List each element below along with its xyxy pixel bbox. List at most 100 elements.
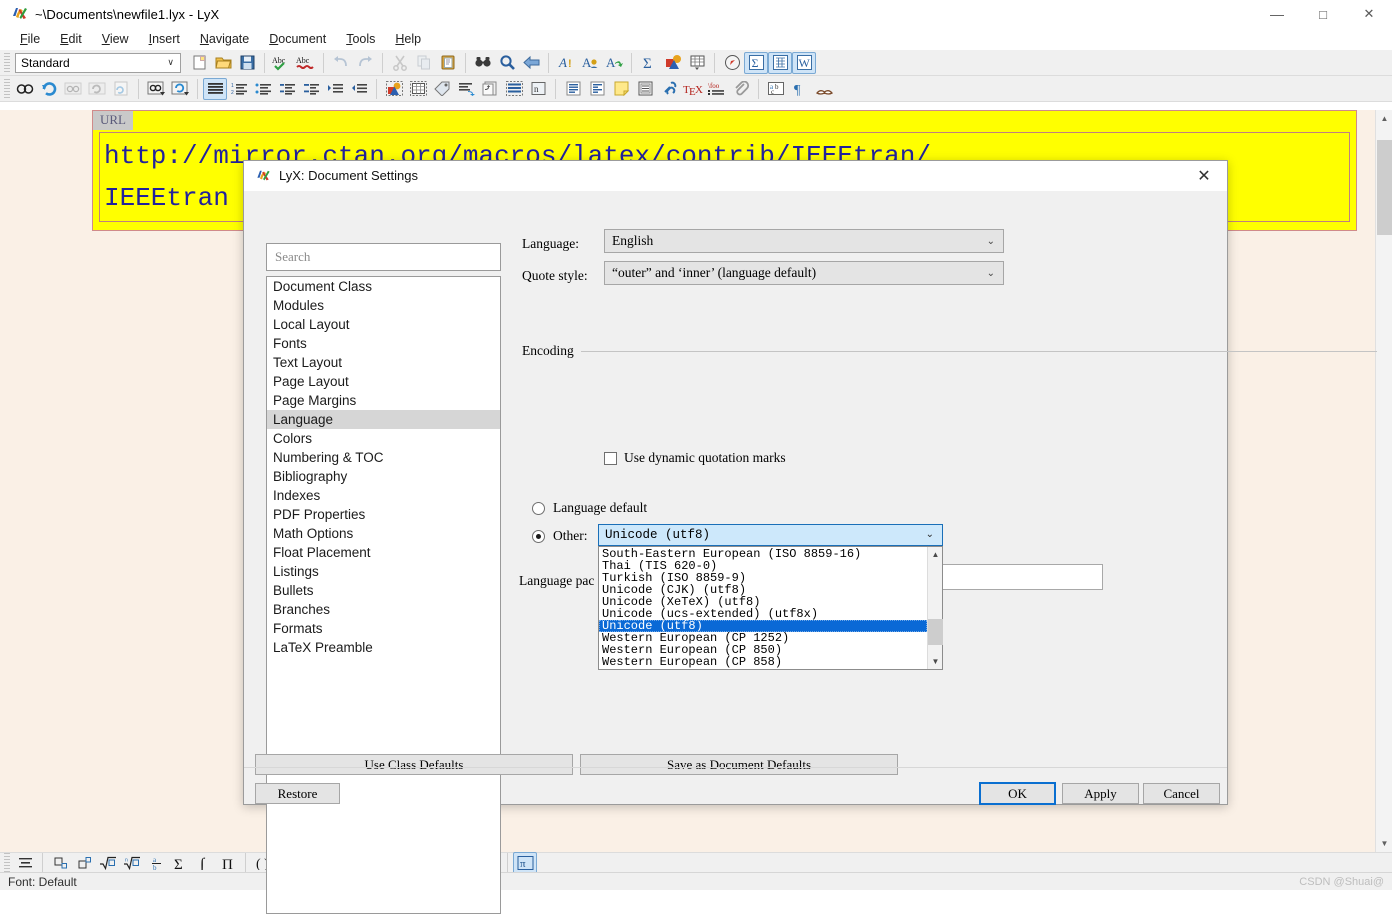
view-document-icon[interactable] <box>13 78 37 100</box>
save-as-document-defaults-button[interactable]: Save as Document Defaults <box>580 754 898 775</box>
update-master-icon[interactable] <box>168 78 192 100</box>
numbered-list-icon[interactable]: 12 <box>227 78 251 100</box>
nav-item-modules[interactable]: Modules <box>267 296 500 315</box>
scroll-up-arrow-icon[interactable]: ▲ <box>1376 110 1392 127</box>
menu-view[interactable]: View <box>92 30 139 48</box>
math-macro-icon[interactable]: π <box>513 851 537 874</box>
insert-table-icon[interactable] <box>685 52 709 74</box>
scroll-down-arrow-icon[interactable]: ▼ <box>1376 835 1392 852</box>
encoding-list-scrollbar[interactable]: ▲ ▼ <box>927 547 943 669</box>
toolbar-grip[interactable] <box>4 78 10 99</box>
encoding-other-radio[interactable] <box>532 529 545 543</box>
view-other-format-icon[interactable] <box>61 78 85 100</box>
search-input-wrapper[interactable] <box>266 243 501 271</box>
settings-nav-list[interactable]: Document Class Modules Local Layout Font… <box>266 276 501 914</box>
nav-item-float-placement[interactable]: Float Placement <box>267 543 500 562</box>
search-input[interactable] <box>273 248 500 266</box>
insert-citation-icon[interactable]: abc <box>764 78 788 100</box>
toggle-formatting-icon[interactable]: ¶ <box>788 78 812 100</box>
nav-item-local-layout[interactable]: Local Layout <box>267 315 500 334</box>
nav-item-page-margins[interactable]: Page Margins <box>267 391 500 410</box>
insert-footnote-icon[interactable] <box>454 78 478 100</box>
insert-note-icon[interactable] <box>561 78 585 100</box>
language-package-field[interactable] <box>942 564 1103 590</box>
insert-listing-icon[interactable] <box>585 78 609 100</box>
list-icon[interactable] <box>299 78 323 100</box>
menu-file[interactable]: File <box>10 30 50 48</box>
insert-float-icon[interactable] <box>502 78 526 100</box>
paragraph-justified-icon[interactable] <box>203 77 227 100</box>
close-button[interactable]: ✕ <box>1346 0 1392 28</box>
nav-item-math-options[interactable]: Math Options <box>267 524 500 543</box>
cut-icon[interactable] <box>388 52 412 74</box>
undo-icon[interactable] <box>329 52 353 74</box>
nav-item-page-layout[interactable]: Page Layout <box>267 372 500 391</box>
review-toolbar-icon[interactable]: W <box>792 51 816 74</box>
product-icon[interactable]: Π <box>216 852 240 874</box>
save-document-icon[interactable] <box>235 52 259 74</box>
paste-icon[interactable] <box>436 52 460 74</box>
nav-item-indexes[interactable]: Indexes <box>267 486 500 505</box>
dynamic-quotes-checkbox[interactable] <box>604 451 617 465</box>
open-document-icon[interactable] <box>211 52 235 74</box>
use-class-defaults-button[interactable]: Use Class Defaults <box>255 754 573 775</box>
nav-item-text-layout[interactable]: Text Layout <box>267 353 500 372</box>
maximize-button[interactable]: □ <box>1300 0 1346 28</box>
language-combo[interactable]: English ⌄ <box>604 229 1004 253</box>
table-panel-icon[interactable] <box>768 51 792 74</box>
menu-tools[interactable]: Tools <box>336 30 385 48</box>
find-replace-icon[interactable] <box>471 52 495 74</box>
update-document-icon[interactable] <box>37 78 61 100</box>
nav-item-fonts[interactable]: Fonts <box>267 334 500 353</box>
menu-navigate[interactable]: Navigate <box>190 30 259 48</box>
insert-hyperlink-icon[interactable] <box>657 78 681 100</box>
emphasis-icon[interactable]: A! <box>554 52 578 74</box>
nav-item-formats[interactable]: Formats <box>267 619 500 638</box>
minimize-button[interactable]: — <box>1254 0 1300 28</box>
nth-root-icon[interactable]: n <box>120 852 144 874</box>
dialog-close-button[interactable]: ✕ <box>1181 161 1227 191</box>
nav-item-pdf-properties[interactable]: PDF Properties <box>267 505 500 524</box>
nav-item-listings[interactable]: Listings <box>267 562 500 581</box>
scroll-down-arrow-icon[interactable]: ▼ <box>928 654 943 669</box>
encoding-other-row[interactable]: Other: <box>532 528 588 544</box>
redo-icon[interactable] <box>353 52 377 74</box>
encoding-option[interactable]: Western European (CP 858) <box>599 656 927 668</box>
nav-item-language[interactable]: Language <box>267 410 500 429</box>
insert-graphics-icon[interactable] <box>661 52 685 74</box>
superscript-icon[interactable] <box>72 852 96 874</box>
scroll-thumb[interactable] <box>1377 140 1392 235</box>
master-document-icon[interactable] <box>109 78 133 100</box>
math-panel-icon[interactable]: Σ <box>744 51 768 74</box>
toolbar-grip[interactable] <box>4 852 10 873</box>
apply-button[interactable]: Apply <box>1062 783 1139 804</box>
compass-icon[interactable] <box>720 52 744 74</box>
encoding-language-default-radio[interactable] <box>532 501 545 515</box>
quote-style-combo[interactable]: “outer” and ‘inner’ (language default) ⌄ <box>604 261 1004 285</box>
new-document-icon[interactable] <box>187 52 211 74</box>
nav-item-colors[interactable]: Colors <box>267 429 500 448</box>
toolbar-grip[interactable] <box>4 52 10 73</box>
scroll-up-arrow-icon[interactable]: ▲ <box>928 547 943 562</box>
restore-button[interactable]: Restore <box>255 783 340 804</box>
apply-style-icon[interactable]: A <box>602 52 626 74</box>
integral-icon[interactable]: ∫ <box>192 852 216 874</box>
noun-style-icon[interactable]: A <box>578 52 602 74</box>
ok-button[interactable]: OK <box>979 782 1056 805</box>
nav-item-branches[interactable]: Branches <box>267 600 500 619</box>
insert-graphics-icon[interactable] <box>382 78 406 100</box>
dynamic-quotes-row[interactable]: Use dynamic quotation marks <box>604 450 786 466</box>
spellcheck-icon[interactable]: Abc <box>270 52 294 74</box>
decrease-depth-icon[interactable] <box>347 78 371 100</box>
encoding-combo[interactable]: Unicode (utf8) ⌄ <box>598 524 943 546</box>
view-master-icon[interactable] <box>144 78 168 100</box>
bullet-list-icon[interactable] <box>251 78 275 100</box>
square-root-icon[interactable] <box>96 852 120 874</box>
menu-edit[interactable]: Edit <box>50 30 92 48</box>
math-inline-icon[interactable]: Σ <box>637 52 661 74</box>
nav-item-latex-preamble[interactable]: LaTeX Preamble <box>267 638 500 657</box>
menu-insert[interactable]: Insert <box>139 30 190 48</box>
insert-yellow-note-icon[interactable] <box>609 78 633 100</box>
insert-tex-code-icon[interactable]: TEX <box>681 78 705 100</box>
math-align-icon[interactable] <box>13 852 37 874</box>
